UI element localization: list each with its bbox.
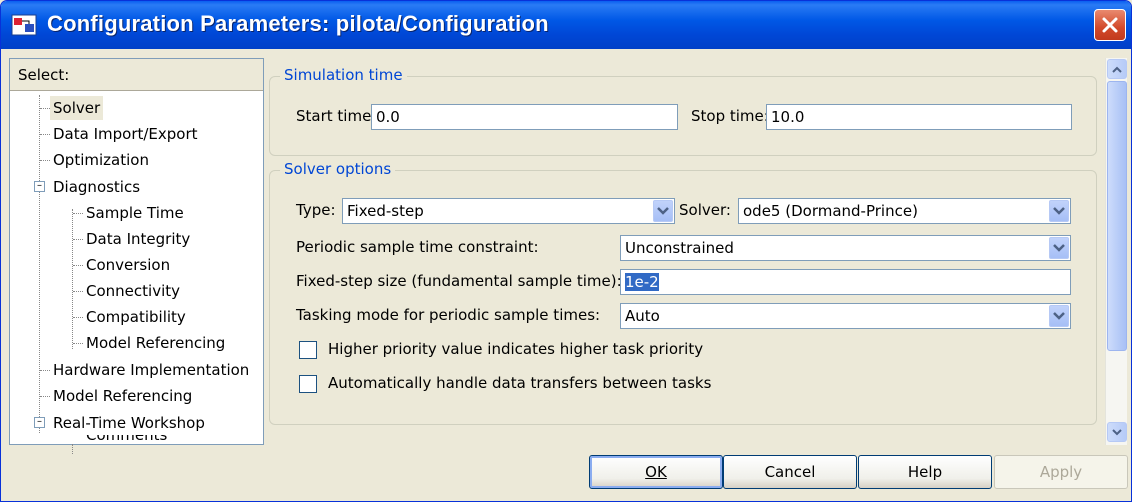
tasking-mode-value: Auto (625, 307, 660, 325)
tree-connector (40, 134, 50, 135)
auto-data-transfer-checkbox[interactable] (299, 375, 317, 393)
tree-item-connectivity[interactable]: Connectivity (83, 279, 183, 303)
tree-item-real-time-workshop[interactable]: Real-Time Workshop (50, 411, 208, 435)
collapse-diagnostics-icon[interactable]: – (34, 181, 45, 192)
tree-connector (73, 291, 83, 292)
chevron-down-icon[interactable] (653, 200, 673, 222)
periodic-constraint-label: Periodic sample time constraint: (296, 238, 539, 256)
title-bar[interactable]: Configuration Parameters: pilota/Configu… (1, 1, 1131, 49)
chevron-down-icon[interactable] (1049, 200, 1069, 222)
solver-select[interactable]: ode5 (Dormand-Prince) (738, 198, 1071, 224)
tree-panel: Select: – – Solver Data Import/Export Op… (9, 58, 264, 454)
tree-connector (73, 239, 83, 240)
chevron-down-icon[interactable] (1049, 237, 1069, 259)
type-label: Type: (296, 201, 336, 219)
tree-connector (72, 209, 73, 349)
chevron-down-icon (1112, 428, 1122, 435)
tree-header: Select: (10, 59, 263, 91)
simulation-time-legend: Simulation time (280, 66, 407, 84)
solver-settings-panel: Simulation time Start time: 0.0 Stop tim… (269, 58, 1104, 445)
tree-connector (40, 396, 50, 397)
higher-priority-checkbox[interactable] (299, 341, 317, 359)
simulink-icon[interactable] (11, 13, 37, 37)
start-time-label: Start time: (296, 107, 377, 125)
tree-item-conversion[interactable]: Conversion (83, 253, 173, 277)
stop-time-label: Stop time: (691, 107, 769, 125)
vertical-scrollbar[interactable] (1105, 58, 1127, 445)
tree-connector (72, 444, 73, 454)
cancel-button[interactable]: Cancel (723, 455, 857, 489)
close-button[interactable] (1094, 9, 1126, 41)
higher-priority-label[interactable]: Higher priority value indicates higher t… (328, 340, 703, 358)
type-select-value: Fixed-step (347, 202, 424, 220)
apply-button[interactable]: Apply (994, 455, 1128, 489)
help-button[interactable]: Help (858, 455, 992, 489)
solver-options-group: Solver options Type: Fixed-step Solver: … (269, 160, 1097, 425)
scroll-up-button[interactable] (1107, 59, 1127, 79)
tree-item-sample-time[interactable]: Sample Time (83, 201, 187, 225)
tree-item-model-referencing-diag[interactable]: Model Referencing (83, 331, 228, 355)
collapse-rtw-icon[interactable]: – (34, 417, 45, 428)
tree-item-hardware-implementation[interactable]: Hardware Implementation (50, 358, 252, 382)
tasking-mode-select[interactable]: Auto (620, 303, 1071, 329)
chevron-up-icon (1112, 66, 1122, 73)
close-icon (1102, 17, 1118, 33)
stop-time-input[interactable]: 10.0 (766, 104, 1072, 130)
start-time-input[interactable]: 0.0 (371, 104, 678, 130)
tree-item-solver[interactable]: Solver (50, 96, 104, 120)
tree-connector (40, 160, 50, 161)
tree-item-diagnostics[interactable]: Diagnostics (50, 175, 143, 199)
cancel-button-label: Cancel (764, 463, 816, 481)
help-button-label: Help (907, 463, 943, 481)
tree-item-optimization[interactable]: Optimization (50, 148, 152, 172)
tree-connector (39, 95, 40, 433)
window-title: Configuration Parameters: pilota/Configu… (47, 11, 549, 36)
tree-connector (73, 343, 83, 344)
tree-item-data-integrity[interactable]: Data Integrity (83, 227, 193, 251)
tree-connector (40, 108, 50, 109)
tree-connector (73, 265, 83, 266)
configuration-dialog: Configuration Parameters: pilota/Configu… (0, 0, 1132, 502)
fixed-step-size-input[interactable]: 1e-2 (620, 269, 1071, 295)
tree-item-compatibility[interactable]: Compatibility (83, 305, 189, 329)
solver-label: Solver: (679, 201, 731, 219)
tree-connector (40, 370, 50, 371)
tree-item-comments-label: Comments (86, 435, 168, 444)
auto-data-transfer-label[interactable]: Automatically handle data transfers betw… (328, 374, 711, 392)
scroll-down-button[interactable] (1107, 422, 1127, 442)
tree-item-comments[interactable]: Comments (83, 435, 170, 445)
tree-item-model-referencing[interactable]: Model Referencing (50, 384, 195, 408)
periodic-constraint-select[interactable]: Unconstrained (620, 235, 1071, 261)
tree-connector (73, 317, 83, 318)
scrollbar-thumb[interactable] (1107, 81, 1127, 351)
tree-item-data-import-export[interactable]: Data Import/Export (50, 122, 201, 146)
tree-connector (73, 213, 83, 214)
solver-select-value: ode5 (Dormand-Prince) (743, 202, 918, 220)
fixed-step-size-label: Fixed-step size (fundamental sample time… (296, 272, 622, 290)
type-select[interactable]: Fixed-step (342, 198, 675, 224)
simulation-time-group: Simulation time Start time: 0.0 Stop tim… (269, 66, 1097, 156)
tasking-mode-label: Tasking mode for periodic sample times: (296, 306, 601, 324)
solver-options-legend: Solver options (280, 160, 396, 178)
periodic-constraint-value: Unconstrained (625, 239, 734, 257)
apply-button-label: Apply (1039, 463, 1083, 481)
chevron-down-icon[interactable] (1049, 305, 1069, 327)
fixed-step-size-value: 1e-2 (625, 273, 659, 291)
ok-button-label: OK (645, 463, 667, 481)
ok-button[interactable]: OK (589, 455, 723, 489)
